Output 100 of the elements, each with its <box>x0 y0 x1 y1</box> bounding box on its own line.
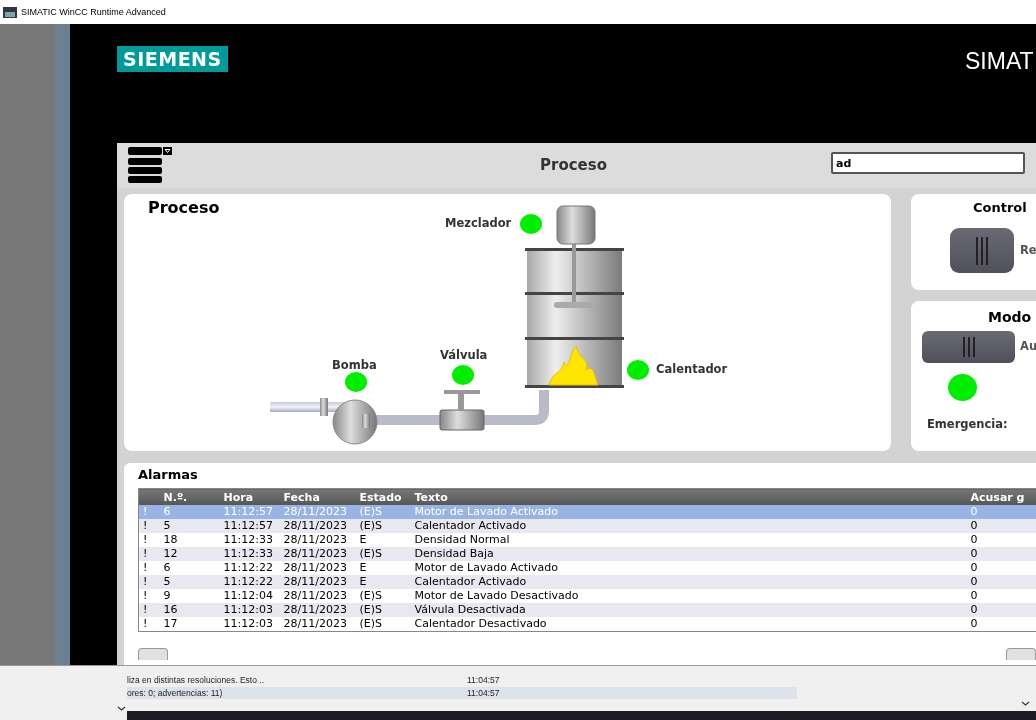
alarm-row[interactable]: ! 18 11:12:33 28/11/2023 E Densidad Normal 0 <box>138 533 1036 547</box>
card-title: Modo <box>988 309 1032 325</box>
table-cell: 16 <box>159 603 220 617</box>
table-cell: Motor de Lavado Activado <box>410 561 967 575</box>
table-cell: Motor de Lavado Activado <box>410 505 967 519</box>
toggle-switch[interactable] <box>950 228 1014 273</box>
table-cell: 28/11/2023 <box>279 519 356 533</box>
table-cell: ! <box>138 519 160 533</box>
table-cell: Densidad Baja <box>410 547 967 561</box>
table-cell: Calentador Activado <box>410 575 967 589</box>
table-cell: ! <box>138 575 160 589</box>
table-cell: 28/11/2023 <box>279 561 356 575</box>
table-cell: 28/11/2023 <box>279 603 356 617</box>
column-header[interactable]: Estado <box>355 488 411 505</box>
menu-icon[interactable] <box>128 145 172 186</box>
indicator-label: Calentador <box>656 362 728 376</box>
table-cell: 0 <box>966 603 1036 617</box>
logo: SIEMENS <box>117 46 228 72</box>
table-cell: 0 <box>966 589 1036 603</box>
alarm-row[interactable]: ! 17 11:12:03 28/11/2023 (E)S Calentador Desactivado 0 <box>138 617 1036 632</box>
alarm-row[interactable]: ! 5 11:12:22 28/11/2023 E Calentador Activado 0 <box>138 575 1036 589</box>
scroll-down-icon[interactable] <box>1020 699 1031 708</box>
log-time: 11:04:57 <box>467 688 500 698</box>
table-cell: 11:12:03 <box>219 617 280 632</box>
column-header[interactable]: Fecha <box>279 488 356 505</box>
table-cell: 6 <box>159 561 220 575</box>
table-cell: Válvula Desactivada <box>410 603 967 617</box>
toggle-switch[interactable] <box>922 331 1015 363</box>
table-cell: 18 <box>159 533 220 547</box>
table-cell: 11:12:57 <box>219 505 280 519</box>
card-title: Control <box>973 200 1027 215</box>
table-cell: 11:12:57 <box>219 519 280 533</box>
app-icon <box>3 6 17 18</box>
table-cell: 11:12:04 <box>219 589 280 603</box>
alarm-row[interactable]: ! 6 11:12:22 28/11/2023 E Motor de Lavado Activado 0 <box>138 561 1036 575</box>
table-cell: 6 <box>159 505 220 519</box>
switch-label: Re <box>1020 243 1036 257</box>
table-cell: E <box>355 561 411 575</box>
column-header[interactable]: Hora <box>219 488 280 505</box>
table-cell: 0 <box>966 617 1036 632</box>
table-cell: (E)S <box>355 547 411 561</box>
table-cell: Calentador Activado <box>410 519 967 533</box>
table-cell: ! <box>138 547 160 561</box>
alarm-row[interactable]: ! 5 11:12:57 28/11/2023 (E)S Calentador Activado 0 <box>138 519 1036 533</box>
table-cell: ! <box>138 617 160 632</box>
product-title: SIMAT <box>965 48 1034 75</box>
column-header[interactable]: Texto <box>410 488 967 505</box>
table-cell: 0 <box>966 547 1036 561</box>
table-cell: 28/11/2023 <box>279 617 356 632</box>
table-cell: (E)S <box>355 519 411 533</box>
table-cell: 5 <box>159 519 220 533</box>
table-cell: 11:12:22 <box>219 575 280 589</box>
indicator-label: Válvula <box>440 348 488 362</box>
column-header[interactable]: N.º. <box>159 488 220 505</box>
input-field[interactable]: ad <box>831 152 1025 174</box>
grip-icon <box>975 236 989 265</box>
table-cell: 9 <box>159 589 220 603</box>
table-cell: (E)S <box>355 617 411 632</box>
table-cell: 28/11/2023 <box>279 533 356 547</box>
column-header[interactable]: Acusar g <box>966 488 1036 505</box>
table-cell: ! <box>138 589 160 603</box>
alarm-row[interactable]: ! 9 11:12:04 28/11/2023 (E)S Motor de Lavado Desactivado 0 <box>138 589 1036 603</box>
table-cell: 0 <box>966 533 1036 547</box>
table-cell: 11:12:33 <box>219 533 280 547</box>
log-message: liza en distintas resoluciones. Esto .. <box>127 675 265 685</box>
table-cell: 28/11/2023 <box>279 547 356 561</box>
card-title: Alarmas <box>138 467 199 484</box>
table-cell: 12 <box>159 547 220 561</box>
screen-title: Proceso <box>540 156 607 174</box>
alarm-row[interactable]: ! 12 11:12:33 28/11/2023 (E)S Densidad Baja 0 <box>138 547 1036 561</box>
table-cell: E <box>355 533 411 547</box>
table-cell: 17 <box>159 617 220 632</box>
table-cell: Motor de Lavado Desactivado <box>410 589 967 603</box>
table-cell: ! <box>138 533 160 547</box>
table-cell: 28/11/2023 <box>279 505 356 519</box>
table-cell: 11:12:03 <box>219 603 280 617</box>
log-message: ores: 0; advertencias: 11) <box>127 688 224 698</box>
table-cell: 0 <box>966 575 1036 589</box>
table-cell: 28/11/2023 <box>279 589 356 603</box>
table-cell: (E)S <box>355 589 411 603</box>
table-cell: ! <box>138 561 160 575</box>
table-cell: 11:12:22 <box>219 561 280 575</box>
table-cell: 5 <box>159 575 220 589</box>
table-cell: Densidad Normal <box>410 533 967 547</box>
table-cell: E <box>355 575 411 589</box>
table-cell: Calentador Desactivado <box>410 617 967 632</box>
table-cell: (E)S <box>355 505 411 519</box>
table-cell: 28/11/2023 <box>279 575 356 589</box>
table-cell: ! <box>138 603 160 617</box>
alarm-row[interactable]: ! 16 11:12:03 28/11/2023 (E)S Válvula Desactivada 0 <box>138 603 1036 617</box>
table-cell: (E)S <box>355 603 411 617</box>
log-time: 11:04:57 <box>467 675 500 685</box>
table-cell: 0 <box>966 519 1036 533</box>
indicator-label: Bomba <box>332 358 377 372</box>
table-cell: 0 <box>966 505 1036 519</box>
table-cell: ! <box>138 505 160 519</box>
scroll-down-icon[interactable] <box>116 704 127 713</box>
switch-label: Au <box>1020 339 1036 353</box>
emergency-label: Emergencia: <box>927 417 1008 431</box>
indicator-label: Mezclador <box>445 216 512 230</box>
